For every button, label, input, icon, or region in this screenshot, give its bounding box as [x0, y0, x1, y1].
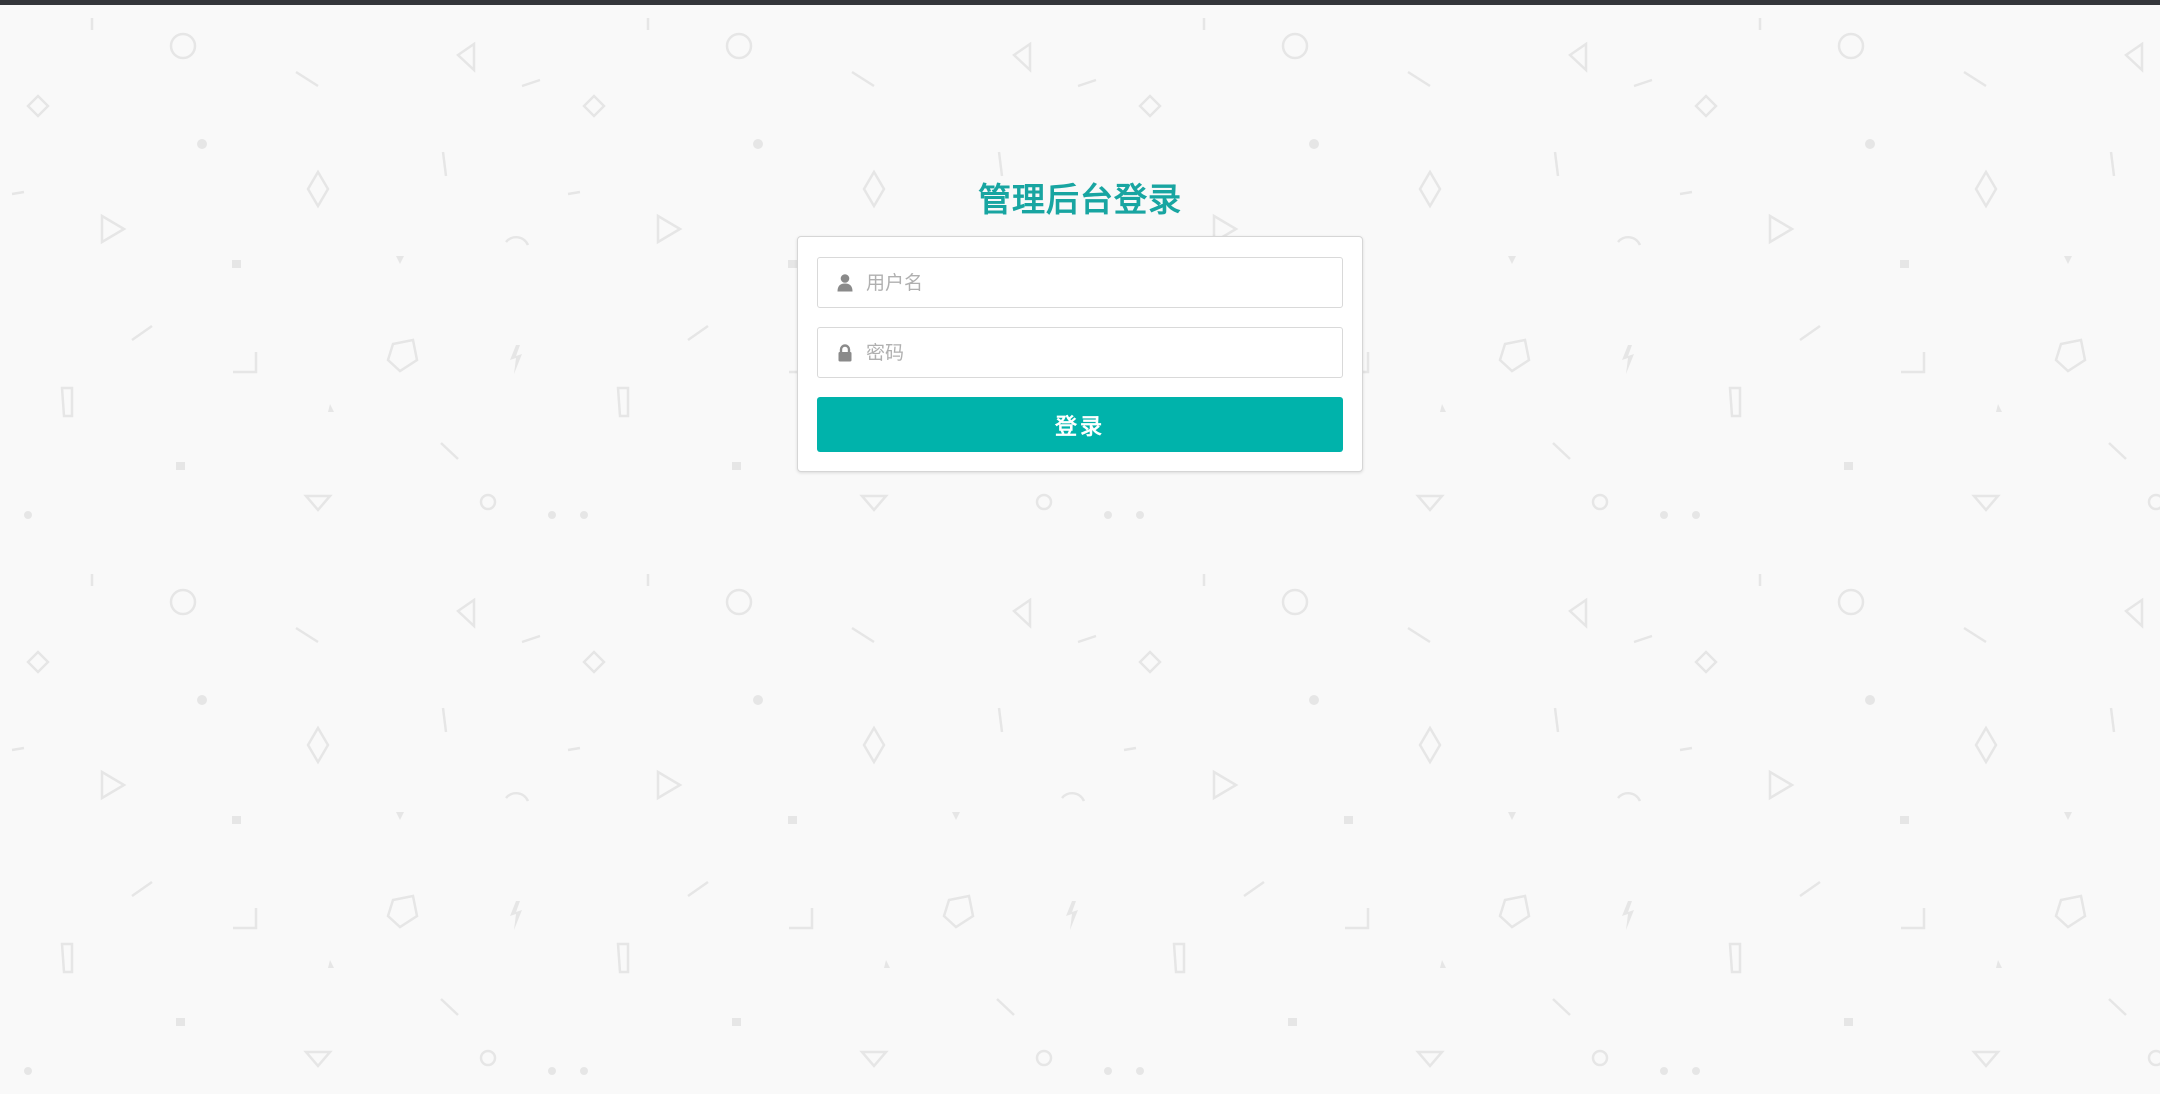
login-title: 管理后台登录 — [978, 180, 1182, 219]
username-field[interactable] — [817, 257, 1343, 308]
password-input[interactable] — [866, 328, 1326, 377]
username-input[interactable] — [866, 258, 1326, 307]
login-panel: 管理后台登录 登录 — [797, 170, 1363, 472]
lock-icon — [836, 343, 854, 363]
background-pattern — [0, 5, 2160, 1094]
login-button[interactable]: 登录 — [817, 397, 1343, 452]
password-field[interactable] — [817, 327, 1343, 378]
login-card: 登录 — [797, 236, 1363, 472]
user-icon — [836, 273, 854, 293]
